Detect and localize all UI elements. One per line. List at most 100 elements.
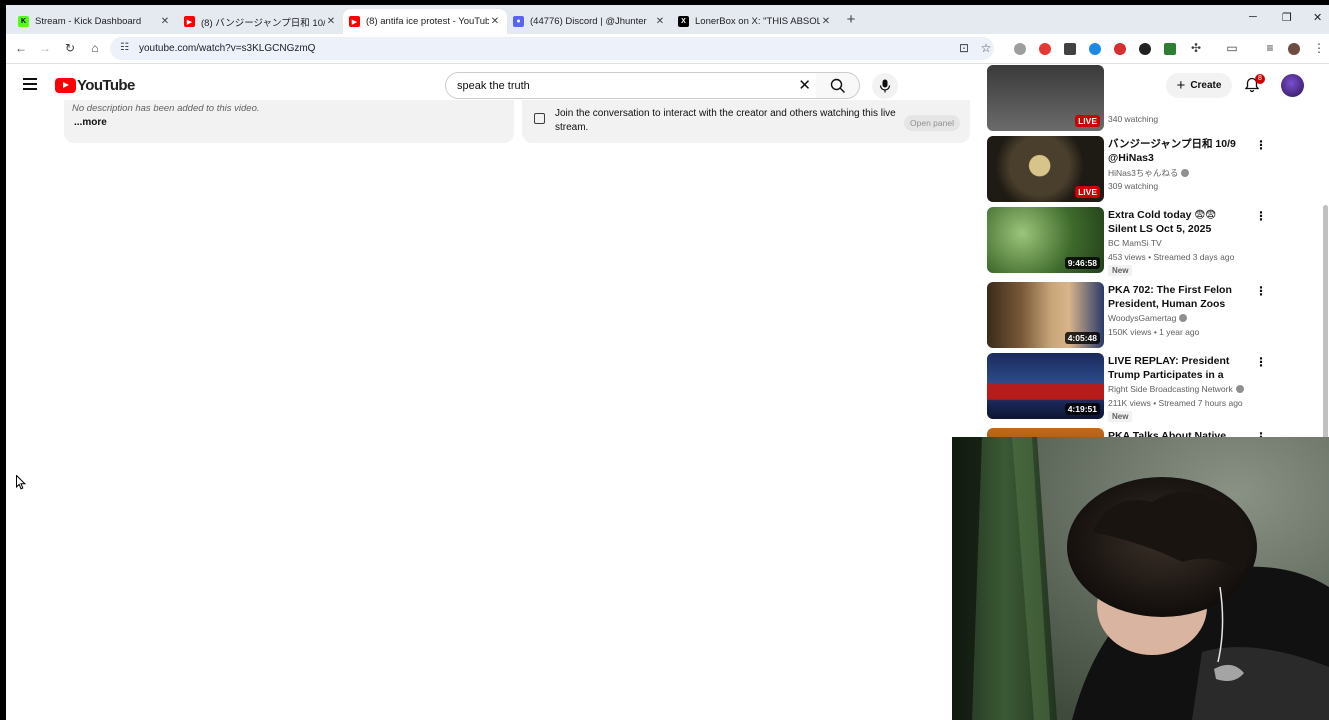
x-icon: X	[678, 16, 689, 27]
kick-extension-icon[interactable]	[1164, 43, 1176, 55]
webcam-overlay	[952, 437, 1329, 720]
youtube-play-icon	[55, 78, 76, 93]
open-panel-button[interactable]: Open panel	[904, 115, 960, 131]
window-close-icon[interactable]: ✕	[1313, 11, 1322, 24]
video-meta: 150K views • 1 year ago	[1108, 327, 1200, 337]
media-controls-icon[interactable]: ≡	[1262, 41, 1278, 55]
channel-name-text: HiNas3ちゃんねる	[1108, 168, 1179, 178]
tab-discord[interactable]: ● (44776) Discord | @Jhunter ✕	[507, 9, 672, 34]
extension-icon[interactable]	[1064, 43, 1076, 55]
install-app-icon[interactable]: ⊡	[956, 41, 972, 55]
extension-icon[interactable]	[1014, 43, 1026, 55]
bookmark-star-icon[interactable]: ☆	[978, 41, 994, 55]
video-meta: 211K views • Streamed 7 hours ago	[1108, 398, 1243, 408]
url-text: youtube.com/watch?v=s3KLGCNGzmQ	[139, 43, 316, 54]
youtube-logo[interactable]: YouTube	[55, 77, 135, 94]
extensions-puzzle-icon[interactable]: ✣	[1188, 41, 1204, 55]
channel-name[interactable]: WoodysGamertag	[1108, 313, 1188, 323]
channel-name[interactable]: Right Side Broadcasting Network	[1108, 384, 1244, 394]
verified-icon	[1181, 169, 1190, 177]
minimize-icon[interactable]: ─	[1249, 11, 1257, 23]
page-scrollbar-thumb[interactable]	[1323, 205, 1328, 441]
description-text: No description has been added to this vi…	[72, 103, 260, 114]
new-tab-button[interactable]: +	[842, 11, 860, 28]
browser-menu-icon[interactable]: ⋮	[1311, 41, 1327, 55]
more-actions-icon[interactable]: ⋮	[1255, 138, 1267, 152]
youtube-icon: ▶	[349, 16, 360, 27]
reload-icon[interactable]: ↻	[62, 41, 78, 55]
extension-icon[interactable]	[1114, 43, 1126, 55]
new-badge: New	[1108, 265, 1133, 276]
hamburger-menu-icon[interactable]	[23, 78, 37, 90]
video-title[interactable]: バンジージャンプ日和 10/9 @HiNas3	[1108, 137, 1246, 165]
recommendation-item[interactable]: LIVE 340 watching	[987, 65, 1267, 131]
browser-toolbar: ← → ↻ ⌂ ☷ youtube.com/watch?v=s3KLGCNGzm…	[6, 34, 1329, 64]
clear-search-icon[interactable]: ✕	[798, 76, 811, 94]
recommendation-item[interactable]: LIVE バンジージャンプ日和 10/9 @HiNas3 HiNas3ちゃんねる…	[987, 136, 1267, 204]
adblock-extension-icon[interactable]	[1039, 43, 1051, 55]
more-actions-icon[interactable]: ⋮	[1255, 284, 1267, 298]
video-thumbnail[interactable]: 9:46:58	[987, 207, 1104, 273]
extension-icon[interactable]	[1089, 43, 1101, 55]
video-title[interactable]: PKA 702: The First Felon President, Huma…	[1108, 283, 1246, 311]
side-panel-icon[interactable]: ▭	[1224, 41, 1240, 55]
show-more-link[interactable]: ...more	[74, 117, 107, 128]
channel-name[interactable]: BC MamSi TV	[1108, 238, 1162, 248]
chat-prompt-text: Join the conversation to interact with t…	[555, 108, 896, 133]
close-icon[interactable]: ✕	[820, 16, 832, 27]
recommendation-item[interactable]: 4:05:48 PKA 702: The First Felon Preside…	[987, 282, 1267, 350]
tab-kick-dashboard[interactable]: K Stream - Kick Dashboard ✕	[12, 9, 177, 34]
new-badge: New	[1108, 411, 1133, 422]
back-arrow-icon[interactable]: ←	[13, 41, 29, 55]
video-thumbnail[interactable]: LIVE	[987, 136, 1104, 202]
tab-title: (8) バンジージャンプ日和 10/9 @H	[201, 17, 325, 29]
site-info-icon[interactable]: ☷	[120, 42, 129, 53]
tab-title: (44776) Discord | @Jhunter	[530, 16, 647, 27]
video-thumbnail[interactable]: LIVE	[987, 65, 1104, 131]
description-panel[interactable]: No description has been added to this vi…	[64, 100, 514, 143]
tab-x-lonerbox[interactable]: X LonerBox on X: "THIS ABSOLUT ✕	[672, 9, 838, 34]
tab-title: Stream - Kick Dashboard	[35, 16, 142, 27]
video-meta: 453 views • Streamed 3 days ago	[1108, 252, 1235, 262]
chat-icon	[534, 113, 545, 124]
verified-icon	[1235, 385, 1244, 393]
close-icon[interactable]: ✕	[654, 16, 666, 27]
video-thumbnail[interactable]: 4:19:51	[987, 353, 1104, 419]
account-avatar[interactable]	[1281, 74, 1304, 97]
video-title[interactable]: Extra Cold today 😨😨 Silent LS Oct 5, 202…	[1108, 208, 1246, 236]
close-icon[interactable]: ✕	[159, 16, 171, 27]
restore-icon[interactable]: ❐	[1282, 11, 1292, 24]
video-title[interactable]: LIVE REPLAY: President Trump Participate…	[1108, 354, 1246, 382]
recommendation-item[interactable]: 4:19:51 LIVE REPLAY: President Trump Par…	[987, 353, 1267, 422]
voice-search-button[interactable]	[872, 73, 898, 99]
forward-arrow-icon[interactable]: →	[37, 41, 53, 55]
video-meta: 340 watching	[1108, 114, 1159, 124]
recommendation-item[interactable]: 9:46:58 Extra Cold today 😨😨 Silent LS Oc…	[987, 207, 1267, 276]
address-bar[interactable]: ☷ youtube.com/watch?v=s3KLGCNGzmQ	[110, 37, 994, 60]
mouse-cursor-icon	[16, 475, 26, 490]
search-icon	[830, 78, 845, 93]
video-thumbnail[interactable]: 4:05:48	[987, 282, 1104, 348]
channel-name[interactable]: HiNas3ちゃんねる	[1108, 167, 1190, 179]
close-icon[interactable]: ✕	[489, 16, 501, 27]
more-actions-icon[interactable]: ⋮	[1255, 355, 1267, 369]
more-actions-icon[interactable]: ⋮	[1255, 209, 1267, 223]
profile-avatar[interactable]	[1288, 43, 1300, 55]
live-chat-prompt: Join the conversation to interact with t…	[522, 100, 970, 143]
tab-youtube-antifa[interactable]: ▶ (8) antifa ice protest - YouTube ✕	[343, 9, 507, 34]
video-meta: 309 watching	[1108, 181, 1159, 191]
youtube-logo-text: YouTube	[77, 77, 135, 94]
extension-icon[interactable]	[1139, 43, 1151, 55]
search-button[interactable]	[816, 72, 860, 99]
tab-title: LonerBox on X: "THIS ABSOLUT	[695, 16, 820, 27]
microphone-icon	[879, 79, 891, 93]
webcam-feed	[952, 437, 1329, 720]
home-icon[interactable]: ⌂	[87, 41, 103, 55]
live-badge: LIVE	[1075, 115, 1100, 127]
channel-name-text: WoodysGamertag	[1108, 313, 1177, 323]
tab-youtube-bungee[interactable]: ▶ (8) バンジージャンプ日和 10/9 @H ✕	[178, 9, 343, 34]
close-icon[interactable]: ✕	[325, 16, 337, 27]
duration-badge: 9:46:58	[1064, 257, 1100, 269]
search-input[interactable]: speak the truth ✕	[445, 72, 817, 99]
tab-title: (8) antifa ice protest - YouTube	[366, 16, 489, 27]
